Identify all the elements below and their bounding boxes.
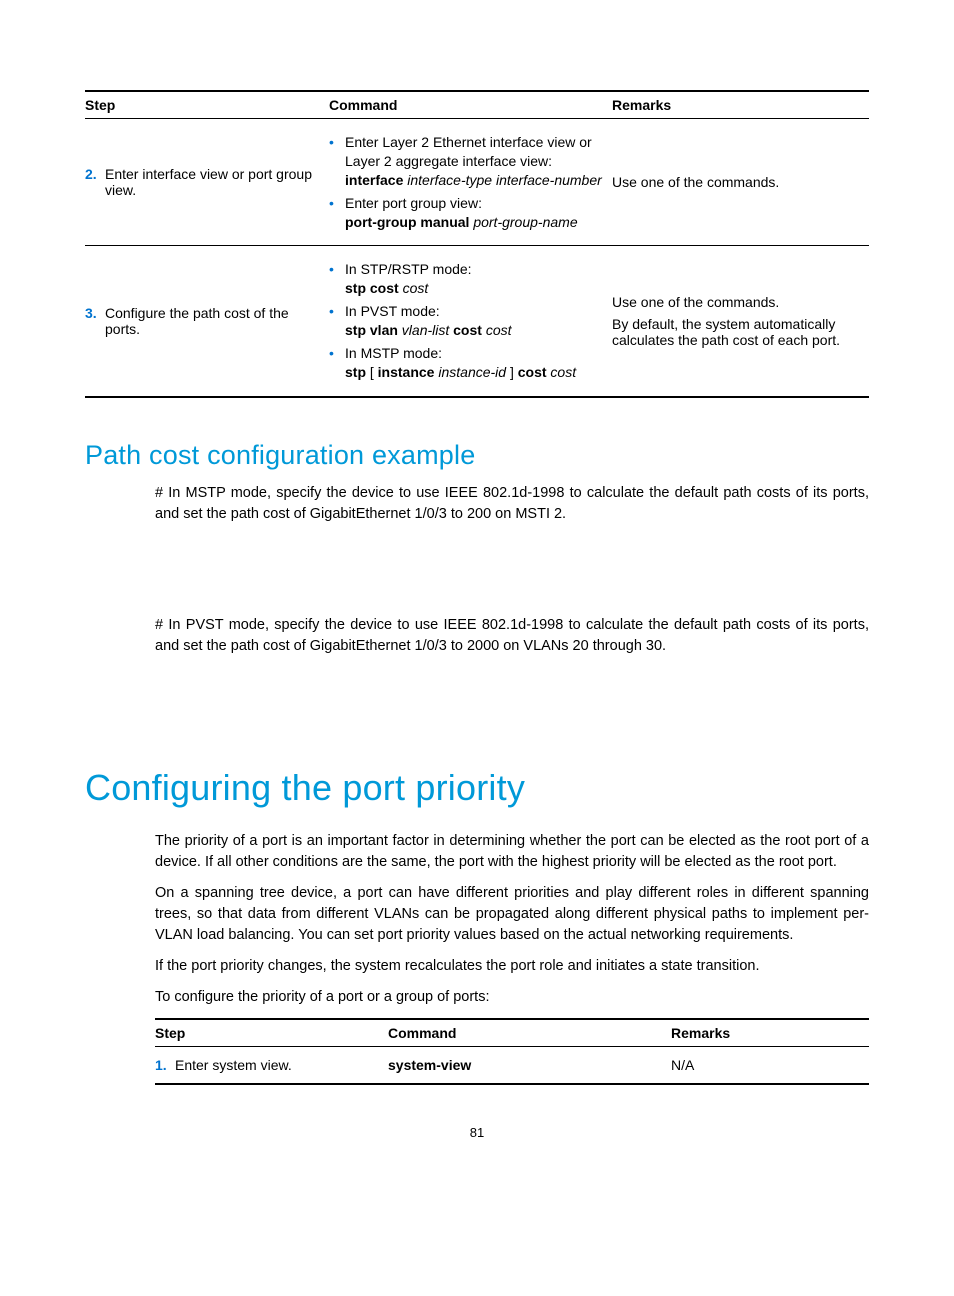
page-number: 81: [85, 1125, 869, 1140]
table-row: 1. Enter system view. system-view N/A: [155, 1046, 869, 1084]
list-item: In STP/RSTP mode: stp cost cost: [329, 260, 604, 298]
remarks-cell: N/A: [671, 1046, 869, 1084]
th-remarks: Remarks: [612, 91, 869, 119]
remarks-cell: Use one of the commands.: [612, 119, 869, 246]
list-item: Enter port group view: port-group manual…: [329, 194, 604, 232]
th-command: Command: [329, 91, 612, 119]
th-remarks: Remarks: [671, 1019, 869, 1047]
section-heading-port-priority: Configuring the port priority: [85, 767, 869, 809]
paragraph: To configure the priority of a port or a…: [155, 987, 869, 1008]
th-command: Command: [388, 1019, 671, 1047]
command-bullets: In STP/RSTP mode: stp cost cost In PVST …: [329, 260, 604, 381]
step-text: Enter interface view or port group view.: [105, 166, 321, 198]
section-heading-path-cost-example: Path cost configuration example: [85, 440, 869, 471]
remarks-cell: Use one of the commands. By default, the…: [612, 246, 869, 397]
paragraph: The priority of a port is an important f…: [155, 831, 869, 873]
paragraph: # In PVST mode, specify the device to us…: [155, 615, 869, 657]
paragraph: # In MSTP mode, specify the device to us…: [155, 483, 869, 525]
command-text: system-view: [388, 1057, 471, 1073]
th-step: Step: [155, 1019, 388, 1047]
steps-table-1: Step Command Remarks 2. Enter interface …: [85, 90, 869, 398]
steps-table-2: Step Command Remarks 1. Enter system vie…: [155, 1018, 869, 1085]
table-row: 2. Enter interface view or port group vi…: [85, 119, 869, 246]
table-row: 3. Configure the path cost of the ports.…: [85, 246, 869, 397]
list-item: In MSTP mode: stp [ instance instance-id…: [329, 344, 604, 382]
step-number: 2.: [85, 166, 105, 182]
step-text: Configure the path cost of the ports.: [105, 305, 321, 337]
th-step: Step: [85, 91, 329, 119]
paragraph: If the port priority changes, the system…: [155, 956, 869, 977]
paragraph: On a spanning tree device, a port can ha…: [155, 883, 869, 946]
page: Step Command Remarks 2. Enter interface …: [0, 0, 954, 1180]
step-number: 3.: [85, 305, 105, 321]
command-bullets: Enter Layer 2 Ethernet interface view or…: [329, 133, 604, 231]
list-item: Enter Layer 2 Ethernet interface view or…: [329, 133, 604, 190]
step-text: Enter system view.: [175, 1057, 380, 1073]
list-item: In PVST mode: stp vlan vlan-list cost co…: [329, 302, 604, 340]
step-number: 1.: [155, 1057, 175, 1073]
